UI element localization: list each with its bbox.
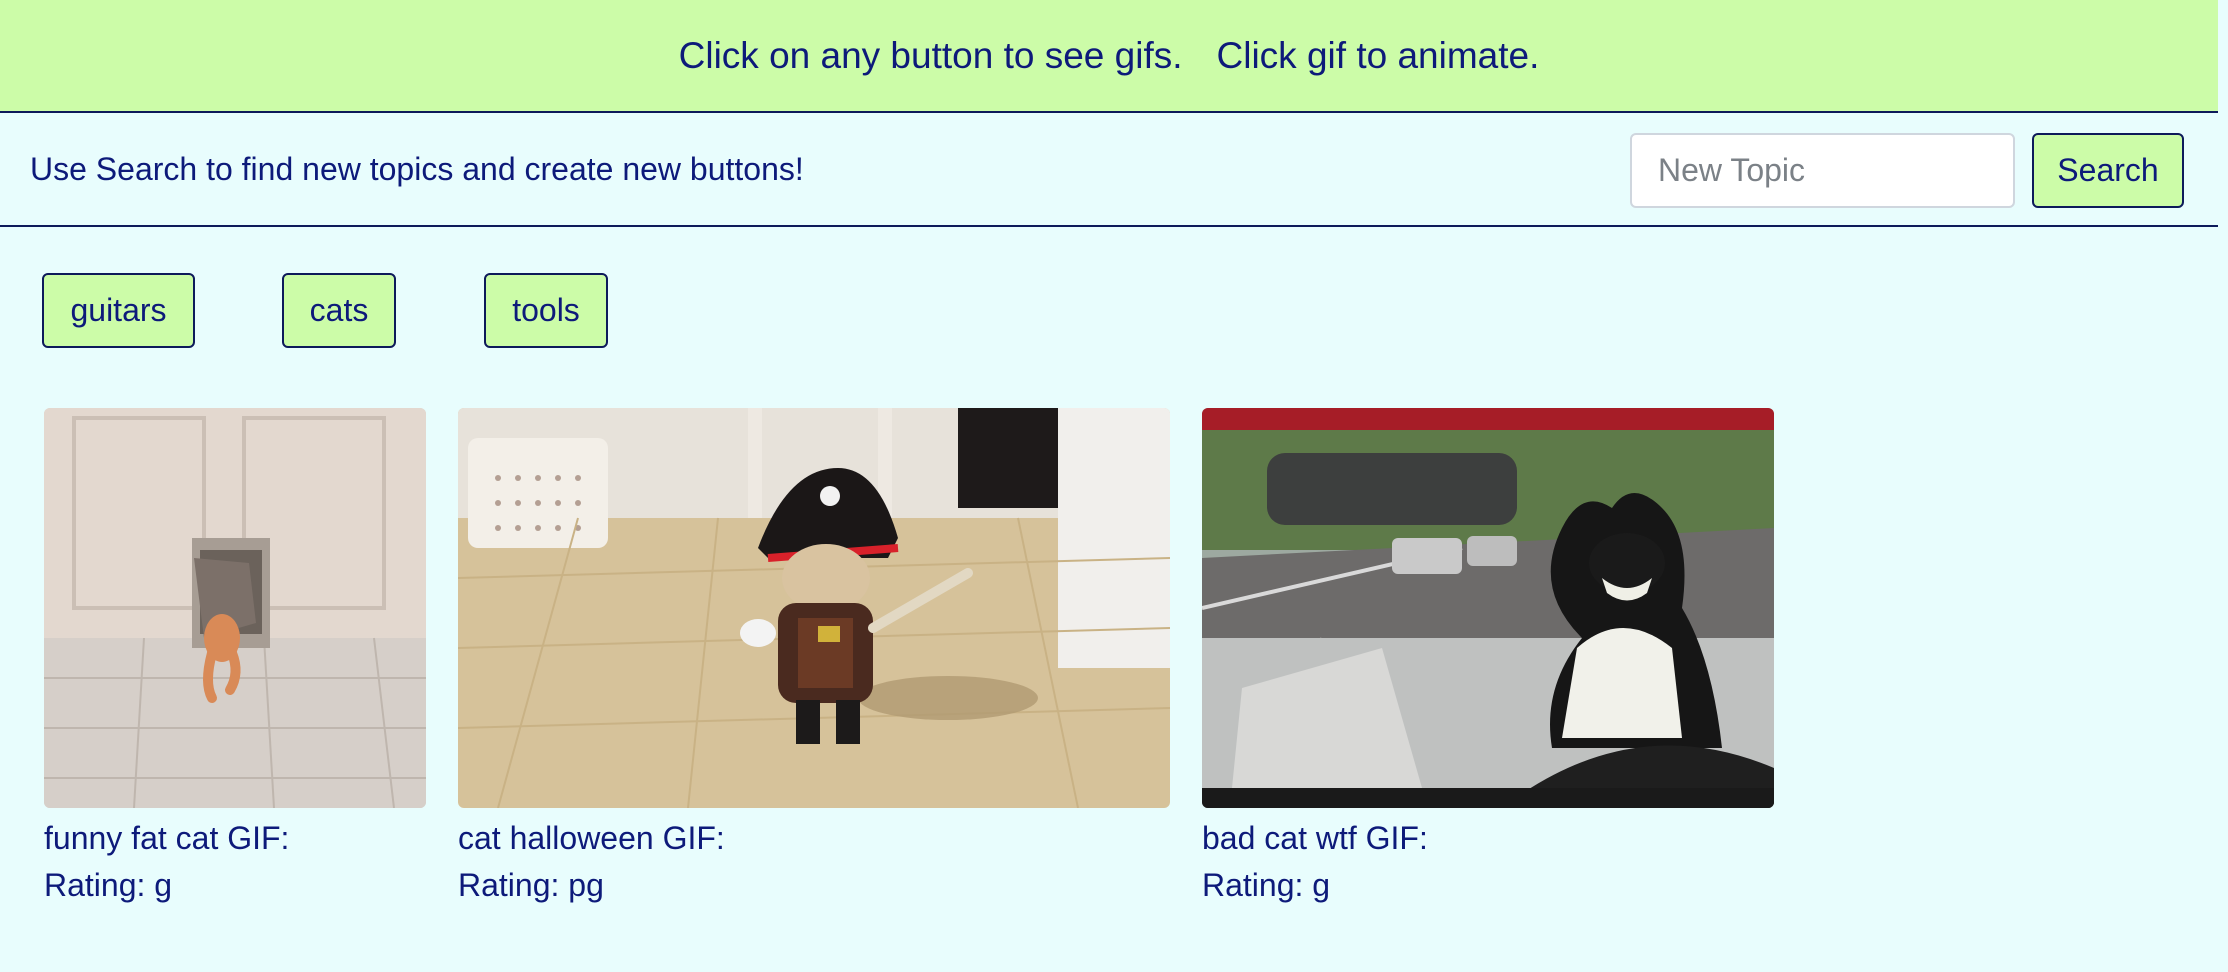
search-bar: Use Search to find new topics and create… bbox=[0, 113, 2218, 227]
gif-card: bad cat wtf GIF: Rating: g bbox=[1202, 408, 1774, 904]
gif-rating: Rating: g bbox=[44, 867, 173, 903]
gif-image[interactable] bbox=[44, 408, 426, 808]
gif-rating: Rating: g bbox=[1202, 867, 1331, 903]
search-hint: Use Search to find new topics and create… bbox=[30, 151, 804, 187]
gif-card: cat halloween GIF: Rating: pg bbox=[458, 408, 1170, 904]
cat-pet-door-image bbox=[44, 408, 426, 808]
gif-title: cat halloween GIF: bbox=[458, 820, 725, 856]
instruction-animate-text: Click gif to animate. bbox=[1216, 34, 1540, 76]
new-topic-input[interactable] bbox=[1630, 133, 2015, 208]
gif-card: funny fat cat GIF: Rating: g bbox=[44, 408, 426, 904]
pirate-cat-image bbox=[458, 408, 1170, 808]
gif-image[interactable] bbox=[458, 408, 1170, 808]
instruction-buttons-text: Click on any button to see gifs. bbox=[678, 34, 1183, 76]
driving-cat-image bbox=[1202, 408, 1774, 808]
gif-rating: Rating: pg bbox=[458, 867, 604, 903]
topic-button-guitars[interactable]: guitars bbox=[42, 273, 195, 348]
gif-title: funny fat cat GIF: bbox=[44, 820, 290, 856]
gif-title: bad cat wtf GIF: bbox=[1202, 820, 1428, 856]
gif-image[interactable] bbox=[1202, 408, 1774, 808]
search-button[interactable]: Search bbox=[2032, 133, 2184, 208]
instruction-banner: Click on any button to see gifs. Click g… bbox=[0, 0, 2218, 113]
topic-button-tools[interactable]: tools bbox=[484, 273, 608, 348]
topic-button-cats[interactable]: cats bbox=[282, 273, 396, 348]
